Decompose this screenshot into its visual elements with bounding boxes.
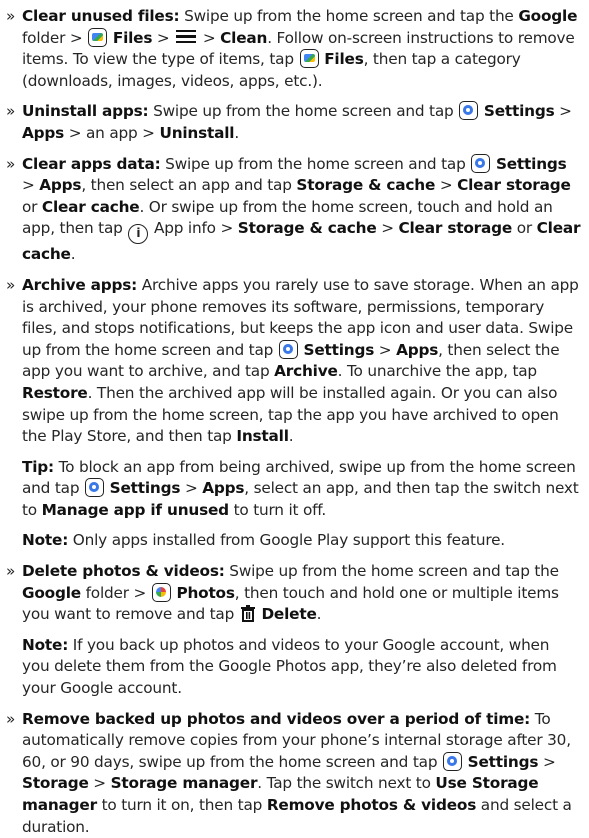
google-folder-label: Google bbox=[22, 583, 81, 602]
body-text: folder > bbox=[80, 583, 151, 602]
note-paragraph: Note: Only apps installed from Google Pl… bbox=[4, 530, 581, 552]
settings-label: Settings bbox=[303, 340, 375, 359]
photos-label: Photos bbox=[176, 583, 235, 602]
body-text: or bbox=[512, 219, 537, 238]
item-heading: Uninstall apps: bbox=[22, 102, 149, 121]
settings-icon bbox=[443, 751, 462, 771]
menu-icon bbox=[176, 29, 197, 44]
body-text: > bbox=[152, 28, 175, 47]
body-text: . Tap the switch next to bbox=[257, 774, 436, 793]
apps-label: Apps bbox=[39, 176, 82, 195]
settings-label: Settings bbox=[483, 102, 555, 121]
item-heading: Clear unused files: bbox=[22, 7, 180, 25]
clear-storage-label: Clear storage bbox=[398, 219, 513, 238]
note-label: Note: bbox=[22, 531, 69, 550]
body-text: App info > bbox=[149, 219, 238, 238]
body-text: . bbox=[70, 245, 76, 264]
bullet-marker: » bbox=[6, 709, 16, 728]
body-text: > bbox=[374, 340, 397, 359]
body-text: . bbox=[288, 427, 294, 446]
info-icon: i bbox=[128, 224, 149, 245]
body-text: Swipe up from the home screen and tap th… bbox=[179, 7, 519, 25]
item-heading: Delete photos & videos: bbox=[22, 562, 225, 581]
list-item-delete-photos-videos: » Delete photos & videos: Swipe up from … bbox=[4, 561, 581, 626]
body-text: > bbox=[538, 752, 556, 771]
list-item-archive-apps: » Archive apps: Archive apps you rarely … bbox=[4, 275, 581, 448]
body-text: > an app > bbox=[64, 123, 160, 142]
apps-label: Apps bbox=[202, 479, 245, 498]
body-text: Swipe up from the home screen and tap bbox=[148, 102, 459, 121]
body-text: > bbox=[180, 479, 203, 498]
google-files-icon bbox=[88, 27, 108, 47]
tip-paragraph: Tip: To block an app from being archived… bbox=[4, 457, 581, 522]
body-text: folder > bbox=[22, 28, 88, 47]
storage-manager-label: Storage manager bbox=[110, 774, 258, 793]
body-text: , then select an app and tap bbox=[81, 176, 297, 195]
body-text: > bbox=[554, 102, 572, 121]
clear-storage-label: Clear storage bbox=[457, 176, 571, 195]
document-page: » Clear unused files: Swipe up from the … bbox=[0, 0, 589, 836]
storage-label: Storage bbox=[22, 774, 89, 793]
storage-cache-label: Storage & cache bbox=[237, 219, 377, 238]
item-heading: Clear apps data: bbox=[22, 154, 161, 173]
body-text: or bbox=[22, 197, 42, 216]
trash-icon bbox=[240, 605, 255, 623]
bullet-marker: » bbox=[6, 154, 16, 173]
google-photos-icon bbox=[151, 582, 171, 602]
list-item-clear-apps-data: » Clear apps data: Swipe up from the hom… bbox=[4, 153, 581, 266]
bullet-marker: » bbox=[6, 102, 16, 121]
note-label: Note: bbox=[22, 635, 69, 654]
body-text: > bbox=[376, 219, 399, 238]
delete-label: Delete bbox=[261, 605, 317, 624]
body-text: Swipe up from the home screen and tap bbox=[160, 154, 471, 173]
body-text: Swipe up from the home screen and tap th… bbox=[224, 562, 559, 581]
item-heading: Remove backed up photos and videos over … bbox=[22, 709, 531, 728]
list-item-clear-unused-files: » Clear unused files: Swipe up from the … bbox=[4, 6, 581, 92]
remove-photos-videos-label: Remove photos & videos bbox=[266, 796, 477, 814]
settings-icon bbox=[85, 478, 104, 498]
install-label: Install bbox=[236, 427, 289, 446]
list-item-uninstall-apps: » Uninstall apps: Swipe up from the home… bbox=[4, 101, 581, 144]
bullet-marker: » bbox=[6, 562, 16, 581]
body-text: Only apps installed from Google Play sup… bbox=[68, 531, 505, 550]
settings-icon bbox=[471, 153, 491, 173]
settings-icon bbox=[459, 101, 479, 121]
list-item-remove-backed-up: » Remove backed up photos and videos ove… bbox=[4, 709, 581, 838]
settings-icon bbox=[278, 339, 298, 359]
body-text: > bbox=[22, 176, 40, 195]
bullet-marker: » bbox=[6, 275, 16, 294]
google-files-icon bbox=[299, 49, 319, 69]
body-text: If you back up photos and videos to your… bbox=[22, 635, 557, 698]
apps-label: Apps bbox=[396, 340, 439, 359]
body-text: to turn it on, then tap bbox=[96, 796, 267, 814]
settings-label: Settings bbox=[495, 154, 567, 173]
body-text: > bbox=[198, 28, 221, 47]
item-heading: Archive apps: bbox=[22, 275, 138, 294]
manage-app-if-unused-label: Manage app if unused bbox=[41, 500, 229, 519]
files-label: Files bbox=[112, 28, 153, 47]
clear-cache-label: Clear cache bbox=[41, 197, 140, 216]
restore-label: Restore bbox=[22, 383, 88, 402]
settings-label: Settings bbox=[467, 752, 539, 771]
note-paragraph: Note: If you back up photos and videos t… bbox=[4, 635, 581, 700]
body-text: > bbox=[88, 774, 111, 793]
body-text: . bbox=[316, 605, 322, 624]
body-text: to turn it off. bbox=[228, 500, 327, 519]
google-folder-label: Google bbox=[518, 7, 578, 25]
apps-label: Apps bbox=[22, 123, 65, 142]
clean-label: Clean bbox=[220, 28, 268, 47]
body-text: . To unarchive the app, tap bbox=[337, 362, 537, 381]
body-text: . bbox=[234, 123, 240, 142]
settings-label: Settings bbox=[109, 479, 181, 498]
bullet-marker: » bbox=[6, 7, 16, 25]
archive-label: Archive bbox=[274, 362, 338, 381]
storage-cache-label: Storage & cache bbox=[296, 176, 436, 195]
tip-label: Tip: bbox=[22, 457, 54, 476]
uninstall-label: Uninstall bbox=[159, 123, 235, 142]
files-label: Files bbox=[324, 50, 364, 69]
body-text: > bbox=[435, 176, 458, 195]
